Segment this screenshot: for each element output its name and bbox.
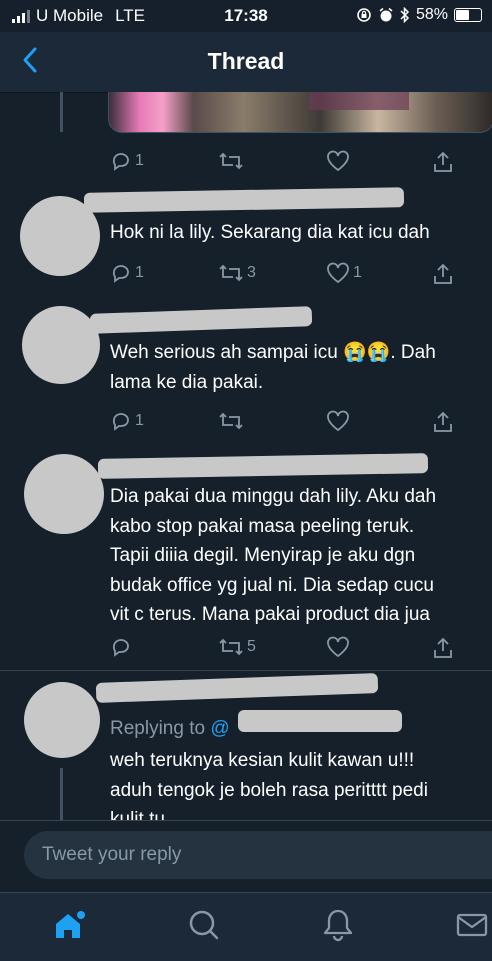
messages-icon (456, 913, 488, 937)
reply-button[interactable]: 1 (110, 150, 144, 172)
replying-to-label: Replying to (110, 718, 206, 739)
retweet-icon (219, 152, 243, 170)
redacted-username (97, 453, 429, 479)
reply-icon (112, 413, 129, 431)
retweet-icon (219, 638, 243, 656)
redacted-username (95, 673, 379, 703)
status-bar: U Mobile LTE 17:38 58% (0, 0, 492, 32)
tweet-actions: 1 (110, 150, 452, 176)
heart-icon (327, 636, 349, 658)
reply-button[interactable]: 1 (110, 262, 144, 284)
retweet-count: 5 (247, 638, 256, 655)
alarm-icon (379, 7, 393, 22)
redacted-username (83, 187, 405, 213)
like-button[interactable]: 1 (326, 262, 362, 284)
like-button[interactable] (326, 150, 353, 172)
reply-icon (112, 265, 129, 283)
replying-handle[interactable]: @ (210, 718, 229, 739)
tweet-text: Dia pakai dua minggu dah lily. Aku dah k… (110, 486, 437, 625)
search-icon (189, 910, 219, 940)
heart-icon (327, 150, 349, 172)
tab-notifications[interactable] (318, 905, 358, 945)
tab-search[interactable] (184, 905, 224, 945)
share-icon (434, 263, 452, 284)
like-count: 1 (353, 264, 362, 281)
page-title: Thread (207, 48, 285, 74)
bluetooth-icon (400, 7, 410, 23)
status-indicators: 58% (356, 6, 482, 24)
thread-connector (60, 92, 63, 132)
retweet-count: 3 (247, 264, 256, 281)
thread-connector (60, 768, 63, 820)
top-bar: Thread (0, 32, 492, 93)
avatar[interactable] (24, 454, 104, 534)
reply-icon (112, 639, 129, 657)
share-button[interactable] (432, 410, 454, 434)
share-button[interactable] (432, 150, 454, 174)
tweet-actions: 1 3 1 (110, 262, 452, 288)
rotation-lock-icon (357, 8, 371, 22)
divider (0, 670, 492, 671)
avatar[interactable] (24, 682, 100, 758)
tweet-text: Weh serious ah sampai icu 😭😭. Dah lama k… (110, 342, 436, 393)
reply-count: 1 (135, 264, 144, 281)
battery-icon (454, 8, 482, 22)
battery-percent: 58% (415, 6, 448, 23)
retweet-icon (219, 412, 243, 430)
retweet-button[interactable] (218, 150, 247, 172)
tweet-media[interactable] (108, 92, 492, 133)
tweet-actions: 5 (110, 636, 452, 662)
tweet-text: weh teruknya kesian kulit kawan u!!! adu… (110, 750, 428, 820)
notifications-icon (323, 909, 353, 942)
share-icon (434, 637, 452, 658)
tab-messages[interactable] (452, 905, 492, 945)
retweet-button[interactable]: 5 (218, 636, 256, 658)
tab-bar (0, 892, 492, 961)
like-button[interactable] (326, 636, 353, 658)
reply-input[interactable]: Tweet your reply (24, 831, 492, 879)
tweet-actions: 1 (110, 410, 452, 436)
home-icon (56, 911, 85, 938)
tab-home[interactable] (50, 905, 90, 945)
reply-count: 1 (135, 412, 144, 429)
share-button[interactable] (432, 262, 454, 286)
share-icon (434, 151, 452, 172)
redacted-username (89, 306, 313, 334)
like-button[interactable] (326, 410, 353, 432)
avatar[interactable] (22, 306, 100, 384)
reply-button[interactable] (110, 636, 135, 658)
thread-feed[interactable]: 1 Hok ni la lily. Sekarang dia kat icu d… (0, 92, 492, 820)
share-icon (434, 411, 452, 432)
redacted-handle (238, 710, 402, 732)
heart-icon (327, 262, 349, 284)
retweet-button[interactable]: 3 (218, 262, 256, 284)
reply-count: 1 (135, 152, 144, 169)
reply-icon (112, 153, 129, 171)
retweet-icon (219, 264, 243, 282)
replying-to: Replying to @ (110, 718, 230, 740)
reply-composer: Tweet your reply (0, 820, 492, 893)
retweet-button[interactable] (218, 410, 247, 432)
heart-icon (327, 410, 349, 432)
tweet-text: Hok ni la lily. Sekarang dia kat icu dah (110, 222, 430, 243)
reply-placeholder: Tweet your reply (42, 844, 182, 865)
reply-button[interactable]: 1 (110, 410, 144, 432)
share-button[interactable] (432, 636, 454, 660)
